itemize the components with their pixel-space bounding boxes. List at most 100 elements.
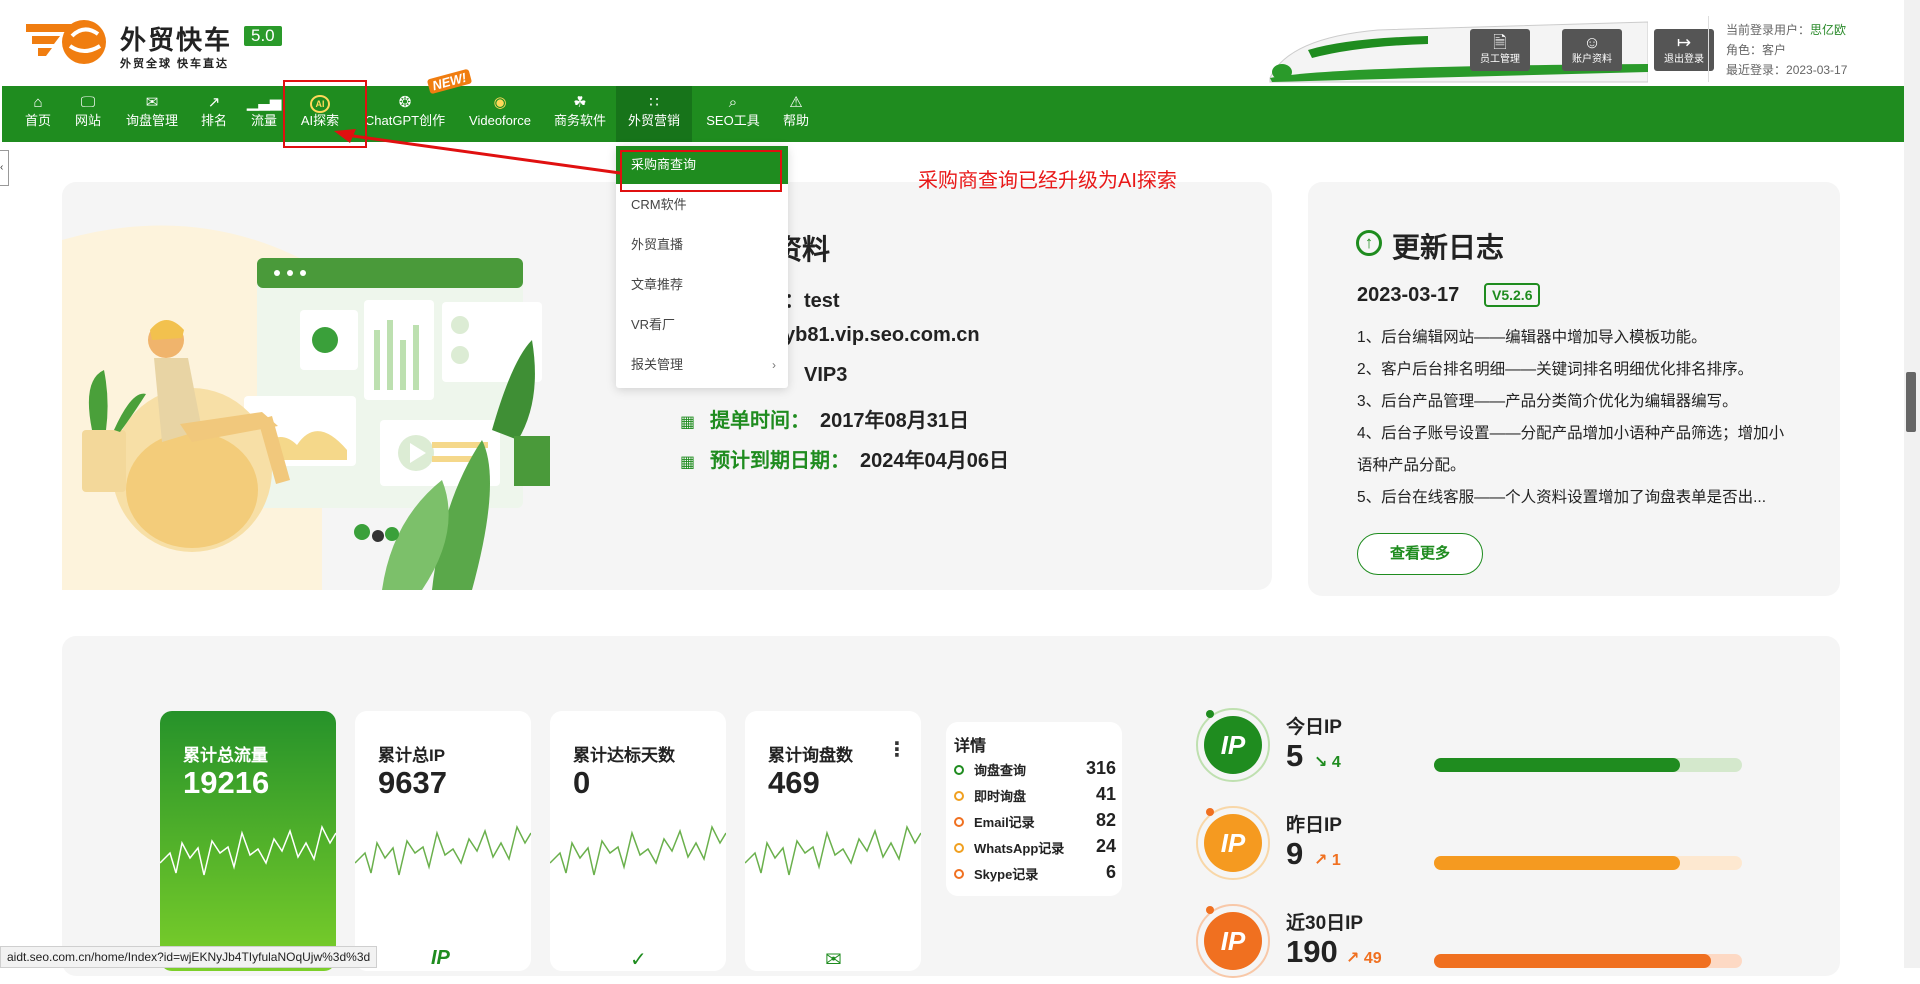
- annotation-arrow: [334, 129, 621, 175]
- annotation-box-buyer-query: [620, 150, 782, 192]
- changelog-title: 更新日志: [1392, 232, 1505, 263]
- ip-progress-track: [1434, 856, 1742, 870]
- changelog-date: 2023-03-17: [1357, 284, 1460, 306]
- role-label: 角色：: [1726, 43, 1763, 57]
- ip-badge-icon: IP: [1196, 806, 1270, 880]
- ip-badge-icon: IP: [1196, 708, 1270, 782]
- collapse-tab[interactable]: ‹: [0, 150, 9, 186]
- more-vertical-icon[interactable]: ⋮: [887, 737, 907, 762]
- ip-label: 今日IP: [1286, 717, 1342, 738]
- ip-value: 5: [1286, 738, 1304, 773]
- ip-delta-value: 1: [1331, 852, 1341, 869]
- card-title: 累计总IP: [378, 746, 446, 765]
- nav-help[interactable]: ⚠ 帮助: [774, 86, 818, 142]
- detail-value: 316: [1085, 758, 1116, 778]
- detail-value: 41: [1095, 784, 1116, 804]
- account-value: ：test: [784, 290, 840, 312]
- nav-website[interactable]: 🖵 网站: [66, 86, 110, 142]
- changelog-version-badge: V5.2.6: [1484, 283, 1541, 307]
- current-user-name: 思亿欧: [1810, 23, 1847, 37]
- account-info-label: 账户资料: [1572, 54, 1612, 65]
- last-login-value: 2023-03-17: [1786, 63, 1848, 77]
- check-icon: ✓: [630, 949, 647, 971]
- ip-badge-icon: IP: [1196, 904, 1270, 978]
- calendar-clock-icon: ▦: [680, 454, 696, 471]
- details-title: 详情: [954, 738, 987, 755]
- ip-label: 近30日IP: [1286, 913, 1364, 934]
- video-icon: ◉: [493, 94, 507, 111]
- sparkline: [550, 824, 726, 876]
- total-traffic-card: 累计总流量 19216: [160, 711, 336, 971]
- qualified-days-card: 累计达标天数 0 ✓: [550, 711, 726, 971]
- business-icon: ☘: [573, 94, 587, 111]
- logo-subtitle: 外贸全球 快车直达: [120, 58, 230, 70]
- changelog-line: 2、客户后台排名明细——关键词排名明细优化排名排序。: [1357, 361, 1754, 378]
- ip-icon: IP: [431, 947, 450, 969]
- detail-label: 即时询盘: [974, 789, 1027, 804]
- nav-website-label: 网站: [74, 113, 101, 128]
- nav-help-label: 帮助: [782, 113, 809, 128]
- changelog-line: 4、后台子账号设置——分配产品增加小语种产品筛选；增加小语种产品分配。: [1357, 425, 1785, 474]
- status-url-bar: aidt.seo.com.cn/home/Index?id=wjEKNyJb4T…: [0, 946, 378, 968]
- dropdown-item-customs-label: 报关管理: [631, 357, 684, 372]
- dashboard-illustration: [62, 225, 550, 590]
- last-login-label: 最近登录：: [1726, 63, 1787, 77]
- nav-ranking[interactable]: ↗ 排名: [194, 86, 234, 142]
- today-ip-row: IP 今日IP 5 ↘ 4: [1196, 708, 1756, 788]
- detail-row: Email记录 82: [954, 810, 1116, 836]
- account-icon: ☺: [1583, 33, 1601, 52]
- home-icon: ⌂: [33, 94, 43, 111]
- header: 外贸快车 5.0 外贸全球 快车直达 🗎 员工管理 ☺ 账户资料 ↦ 退出登录 …: [0, 0, 1920, 86]
- status-dot-icon: [954, 765, 964, 775]
- account-info-button[interactable]: ☺ 账户资料: [1562, 29, 1622, 71]
- ip-progress-fill: [1434, 954, 1712, 968]
- ip-progress-fill: [1434, 758, 1681, 772]
- nav-inquiry[interactable]: ✉ 询盘管理: [118, 86, 186, 142]
- mail-icon: ✉: [825, 949, 842, 971]
- logo-icon: [26, 20, 106, 64]
- detail-label: 询盘查询: [974, 763, 1027, 778]
- detail-value: 6: [1105, 862, 1116, 882]
- ip-value: 9: [1286, 836, 1304, 871]
- staff-management-label: 员工管理: [1480, 54, 1520, 65]
- expire-date-value: 2024年04月06日: [860, 450, 1009, 472]
- dropdown-item-vr[interactable]: VR看厂: [616, 306, 788, 344]
- detail-value: 82: [1095, 810, 1116, 830]
- nav-inquiry-label: 询盘管理: [125, 113, 178, 128]
- ip-progress-fill: [1434, 856, 1681, 870]
- detail-row: WhatsApp记录 24: [954, 836, 1116, 862]
- sparkline: [745, 824, 921, 876]
- dropdown-item-customs[interactable]: 报关管理 ›: [616, 346, 788, 384]
- changelog-list: 1、后台编辑网站——编辑器中增加导入模板功能。 2、客户后台排名明细——关键词排…: [1357, 322, 1797, 514]
- submit-time-row: ▦ 提单时间： 2017年08月31日: [680, 404, 969, 433]
- detail-value: 24: [1095, 836, 1116, 856]
- detail-row: 即时询盘 41: [954, 784, 1116, 810]
- detail-row: 询盘查询 316: [954, 758, 1116, 784]
- role-value: 客户: [1762, 43, 1787, 57]
- ip-progress-track: [1434, 954, 1742, 968]
- card-title: 累计询盘数: [768, 746, 853, 765]
- nav-seo-tools[interactable]: ⌕ SEO工具: [702, 86, 764, 142]
- nav-traffic[interactable]: ▁▃▅ 流量: [244, 86, 284, 142]
- submit-time-label: 提单时间：: [710, 410, 810, 432]
- nav-home-label: 首页: [24, 113, 51, 128]
- nav-ranking-label: 排名: [200, 113, 227, 128]
- rank-icon: ↗: [207, 94, 221, 111]
- detail-label: WhatsApp记录: [974, 841, 1065, 856]
- nav-home[interactable]: ⌂ 首页: [14, 86, 62, 142]
- view-more-button[interactable]: 查看更多: [1357, 533, 1483, 575]
- card-value: 9637: [378, 765, 447, 800]
- dropdown-item-articles[interactable]: 文章推荐: [616, 266, 788, 304]
- dropdown-item-live[interactable]: 外贸直播: [616, 226, 788, 264]
- chevron-right-icon: ›: [772, 358, 776, 372]
- staff-management-button[interactable]: 🗎 员工管理: [1470, 29, 1530, 71]
- logout-button[interactable]: ↦ 退出登录: [1654, 29, 1714, 71]
- warning-icon: ⚠: [789, 94, 803, 111]
- ip-delta-value: 4: [1331, 754, 1341, 771]
- nav-seo-tools-label: SEO工具: [706, 113, 760, 128]
- scrollbar[interactable]: [1904, 0, 1920, 968]
- calendar-icon: ▦: [680, 414, 696, 431]
- ip-label: 昨日IP: [1286, 815, 1342, 836]
- status-dot-icon: [954, 843, 964, 853]
- scrollbar-thumb[interactable]: [1906, 372, 1916, 432]
